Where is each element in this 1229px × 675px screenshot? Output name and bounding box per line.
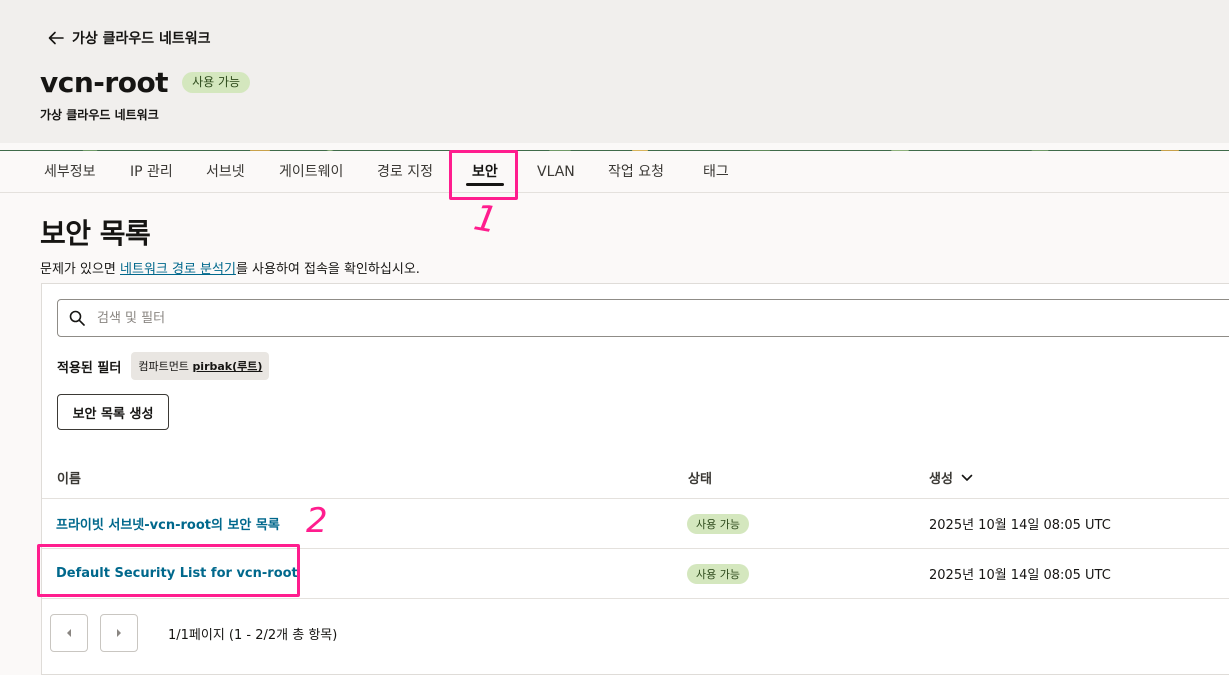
chip-prefix: 컴파트먼트 xyxy=(138,360,193,373)
security-list-name-link[interactable]: 프라이빗 서브넷-vcn-root의 보안 목록 xyxy=(56,514,280,533)
create-security-list-button[interactable]: 보안 목록 생성 xyxy=(57,394,169,430)
search-input[interactable] xyxy=(95,309,999,327)
search-icon xyxy=(69,310,85,326)
tab-vlan[interactable]: VLAN xyxy=(537,151,575,192)
column-status-label: 상태 xyxy=(688,472,712,487)
applied-filters-label: 적용된 필터 xyxy=(57,360,122,376)
annotation-label-2: 2 xyxy=(306,501,328,541)
tab-bar: 세부정보 IP 관리 서브넷 게이트웨이 경로 지정 보안 VLAN 작업 요청… xyxy=(0,151,1229,193)
back-link[interactable]: 가상 클라우드 네트워크 xyxy=(48,27,211,49)
chevron-down-icon xyxy=(961,474,973,481)
column-header-status[interactable]: 상태 xyxy=(688,468,712,487)
pagination-summary: 1/1페이지 (1 - 2/2개 총 항목) xyxy=(168,627,338,643)
table-bottom-border xyxy=(42,598,1229,600)
annotation-box-row xyxy=(37,544,300,597)
section-hint: 문제가 있으면 네트워크 경로 분석기를 사용하여 접속을 확인하십시오. xyxy=(40,258,420,277)
tab-subnets[interactable]: 서브넷 xyxy=(206,151,245,192)
pagination: 1/1페이지 (1 - 2/2개 총 항목) xyxy=(50,614,337,652)
chip-value: pirbak(루트) xyxy=(192,360,263,373)
network-path-analyzer-link[interactable]: 네트워크 경로 분석기 xyxy=(120,262,236,277)
hint-text-after: 를 사용하여 접속을 확인하십시오. xyxy=(235,262,420,277)
hint-text-before: 문제가 있으면 xyxy=(40,262,121,277)
next-page-button[interactable] xyxy=(100,614,138,652)
status-badge: 사용 가능 xyxy=(687,563,749,584)
created-date: 2025년 10월 14일 08:05 UTC xyxy=(929,518,1111,533)
tab-routing[interactable]: 경로 지정 xyxy=(377,151,433,192)
tab-tags[interactable]: 태그 xyxy=(703,151,729,192)
page-title: vcn-root xyxy=(40,66,169,99)
tab-gateways[interactable]: 게이트웨이 xyxy=(279,151,343,192)
tab-ip-management[interactable]: IP 관리 xyxy=(130,151,173,192)
status-badge: 사용 가능 xyxy=(687,513,749,534)
chevron-right-icon xyxy=(117,629,121,637)
column-created-label: 생성 xyxy=(929,472,953,487)
table-row: 프라이빗 서브넷-vcn-root의 보안 목록 사용 가능 2025년 10월… xyxy=(42,498,1229,548)
decorative-banner xyxy=(0,143,1229,151)
status-badge: 사용 가능 xyxy=(182,72,251,93)
column-header-created[interactable]: 생성 xyxy=(929,468,973,487)
section-title: 보안 목록 xyxy=(40,217,151,250)
tab-work-requests[interactable]: 작업 요청 xyxy=(608,151,664,192)
annotation-label-1: 1 xyxy=(470,197,501,242)
created-date: 2025년 10월 14일 08:05 UTC xyxy=(929,568,1111,583)
previous-page-button[interactable] xyxy=(50,614,88,652)
title-row: vcn-root 사용 가능 xyxy=(40,66,251,99)
arrow-left-icon xyxy=(48,31,64,45)
compartment-filter-chip[interactable]: 컴파트먼트 pirbak(루트) xyxy=(131,352,270,380)
tab-details[interactable]: 세부정보 xyxy=(44,151,96,192)
page-header: 가상 클라우드 네트워크 vcn-root 사용 가능 가상 클라우드 네트워크 xyxy=(0,0,1229,143)
chevron-left-icon xyxy=(67,629,71,637)
back-link-label: 가상 클라우드 네트워크 xyxy=(72,31,211,47)
security-list-panel: 적용된 필터 컴파트먼트 pirbak(루트) 보안 목록 생성 이름 상태 생… xyxy=(41,283,1229,675)
column-header-name[interactable]: 이름 xyxy=(57,468,81,487)
applied-filters: 적용된 필터 컴파트먼트 pirbak(루트) xyxy=(57,352,270,380)
annotation-box-tab xyxy=(449,150,518,200)
search-field[interactable] xyxy=(57,299,1229,337)
column-name-label: 이름 xyxy=(57,472,81,487)
page-subtitle: 가상 클라우드 네트워크 xyxy=(40,108,159,122)
